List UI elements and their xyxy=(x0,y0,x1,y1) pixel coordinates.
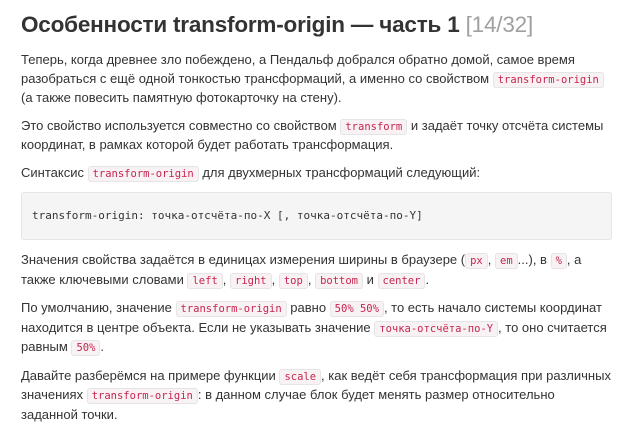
text-fragment: Это свойство используется совместно со с… xyxy=(21,118,340,133)
inline-code: em xyxy=(495,253,518,269)
text-fragment: По умолчанию, значение xyxy=(21,300,176,315)
text-fragment: равно xyxy=(287,300,330,315)
inline-code: 50% xyxy=(71,340,100,356)
inline-code: top xyxy=(279,273,308,289)
text-fragment: (а также повесить памятную фотокарточку … xyxy=(21,90,342,105)
paragraph-values: Значения свойства задаётся в единицах из… xyxy=(21,251,612,290)
inline-code: transform xyxy=(340,119,407,135)
paragraph-syntax: Синтаксис transform-origin для двухмерны… xyxy=(21,164,612,184)
text-fragment: Теперь, когда древнее зло побеждено, а П… xyxy=(21,52,575,86)
text-fragment: . xyxy=(100,339,104,354)
paragraph-default: По умолчанию, значение transform-origin … xyxy=(21,299,612,358)
inline-code: transform-origin xyxy=(493,72,604,88)
code-block: transform-origin: точка-отсчёта-по-X [, … xyxy=(21,192,612,240)
step-counter: [14/32] xyxy=(466,12,533,37)
text-fragment: и xyxy=(363,272,378,287)
inline-code: 50% 50% xyxy=(330,301,384,317)
inline-code: center xyxy=(378,273,426,289)
paragraph-definition: Это свойство используется совместно со с… xyxy=(21,117,612,155)
page-title-text: Особенности transform-origin — часть 1 xyxy=(21,12,460,37)
inline-code: точка-отсчёта-по-Y xyxy=(374,321,498,337)
inline-code: right xyxy=(230,273,272,289)
theory-content: Особенности transform-origin — часть 1 [… xyxy=(0,0,632,424)
text-fragment: для двухмерных трансформаций следующий: xyxy=(199,165,480,180)
text-fragment: , xyxy=(272,272,279,287)
text-fragment: Давайте разберёмся на примере функции xyxy=(21,368,279,383)
inline-code: scale xyxy=(279,369,321,385)
text-fragment: , xyxy=(223,272,230,287)
inline-code: % xyxy=(551,253,567,269)
page-title: Особенности transform-origin — часть 1 [… xyxy=(21,12,612,38)
inline-code: bottom xyxy=(315,273,363,289)
inline-code: transform-origin xyxy=(88,166,199,182)
inline-code: left xyxy=(187,273,222,289)
inline-code: px xyxy=(465,253,488,269)
text-fragment: Значения свойства задаётся в единицах из… xyxy=(21,252,465,267)
text-fragment: , xyxy=(308,272,315,287)
text-fragment: ...), в xyxy=(518,252,551,267)
text-fragment: , xyxy=(488,252,495,267)
paragraph-intro: Теперь, когда древнее зло побеждено, а П… xyxy=(21,51,612,108)
text-fragment: . xyxy=(425,272,429,287)
paragraph-example: Давайте разберёмся на примере функции sc… xyxy=(21,367,612,424)
inline-code: transform-origin xyxy=(176,301,287,317)
text-fragment: Синтаксис xyxy=(21,165,88,180)
inline-code: transform-origin xyxy=(87,388,198,404)
